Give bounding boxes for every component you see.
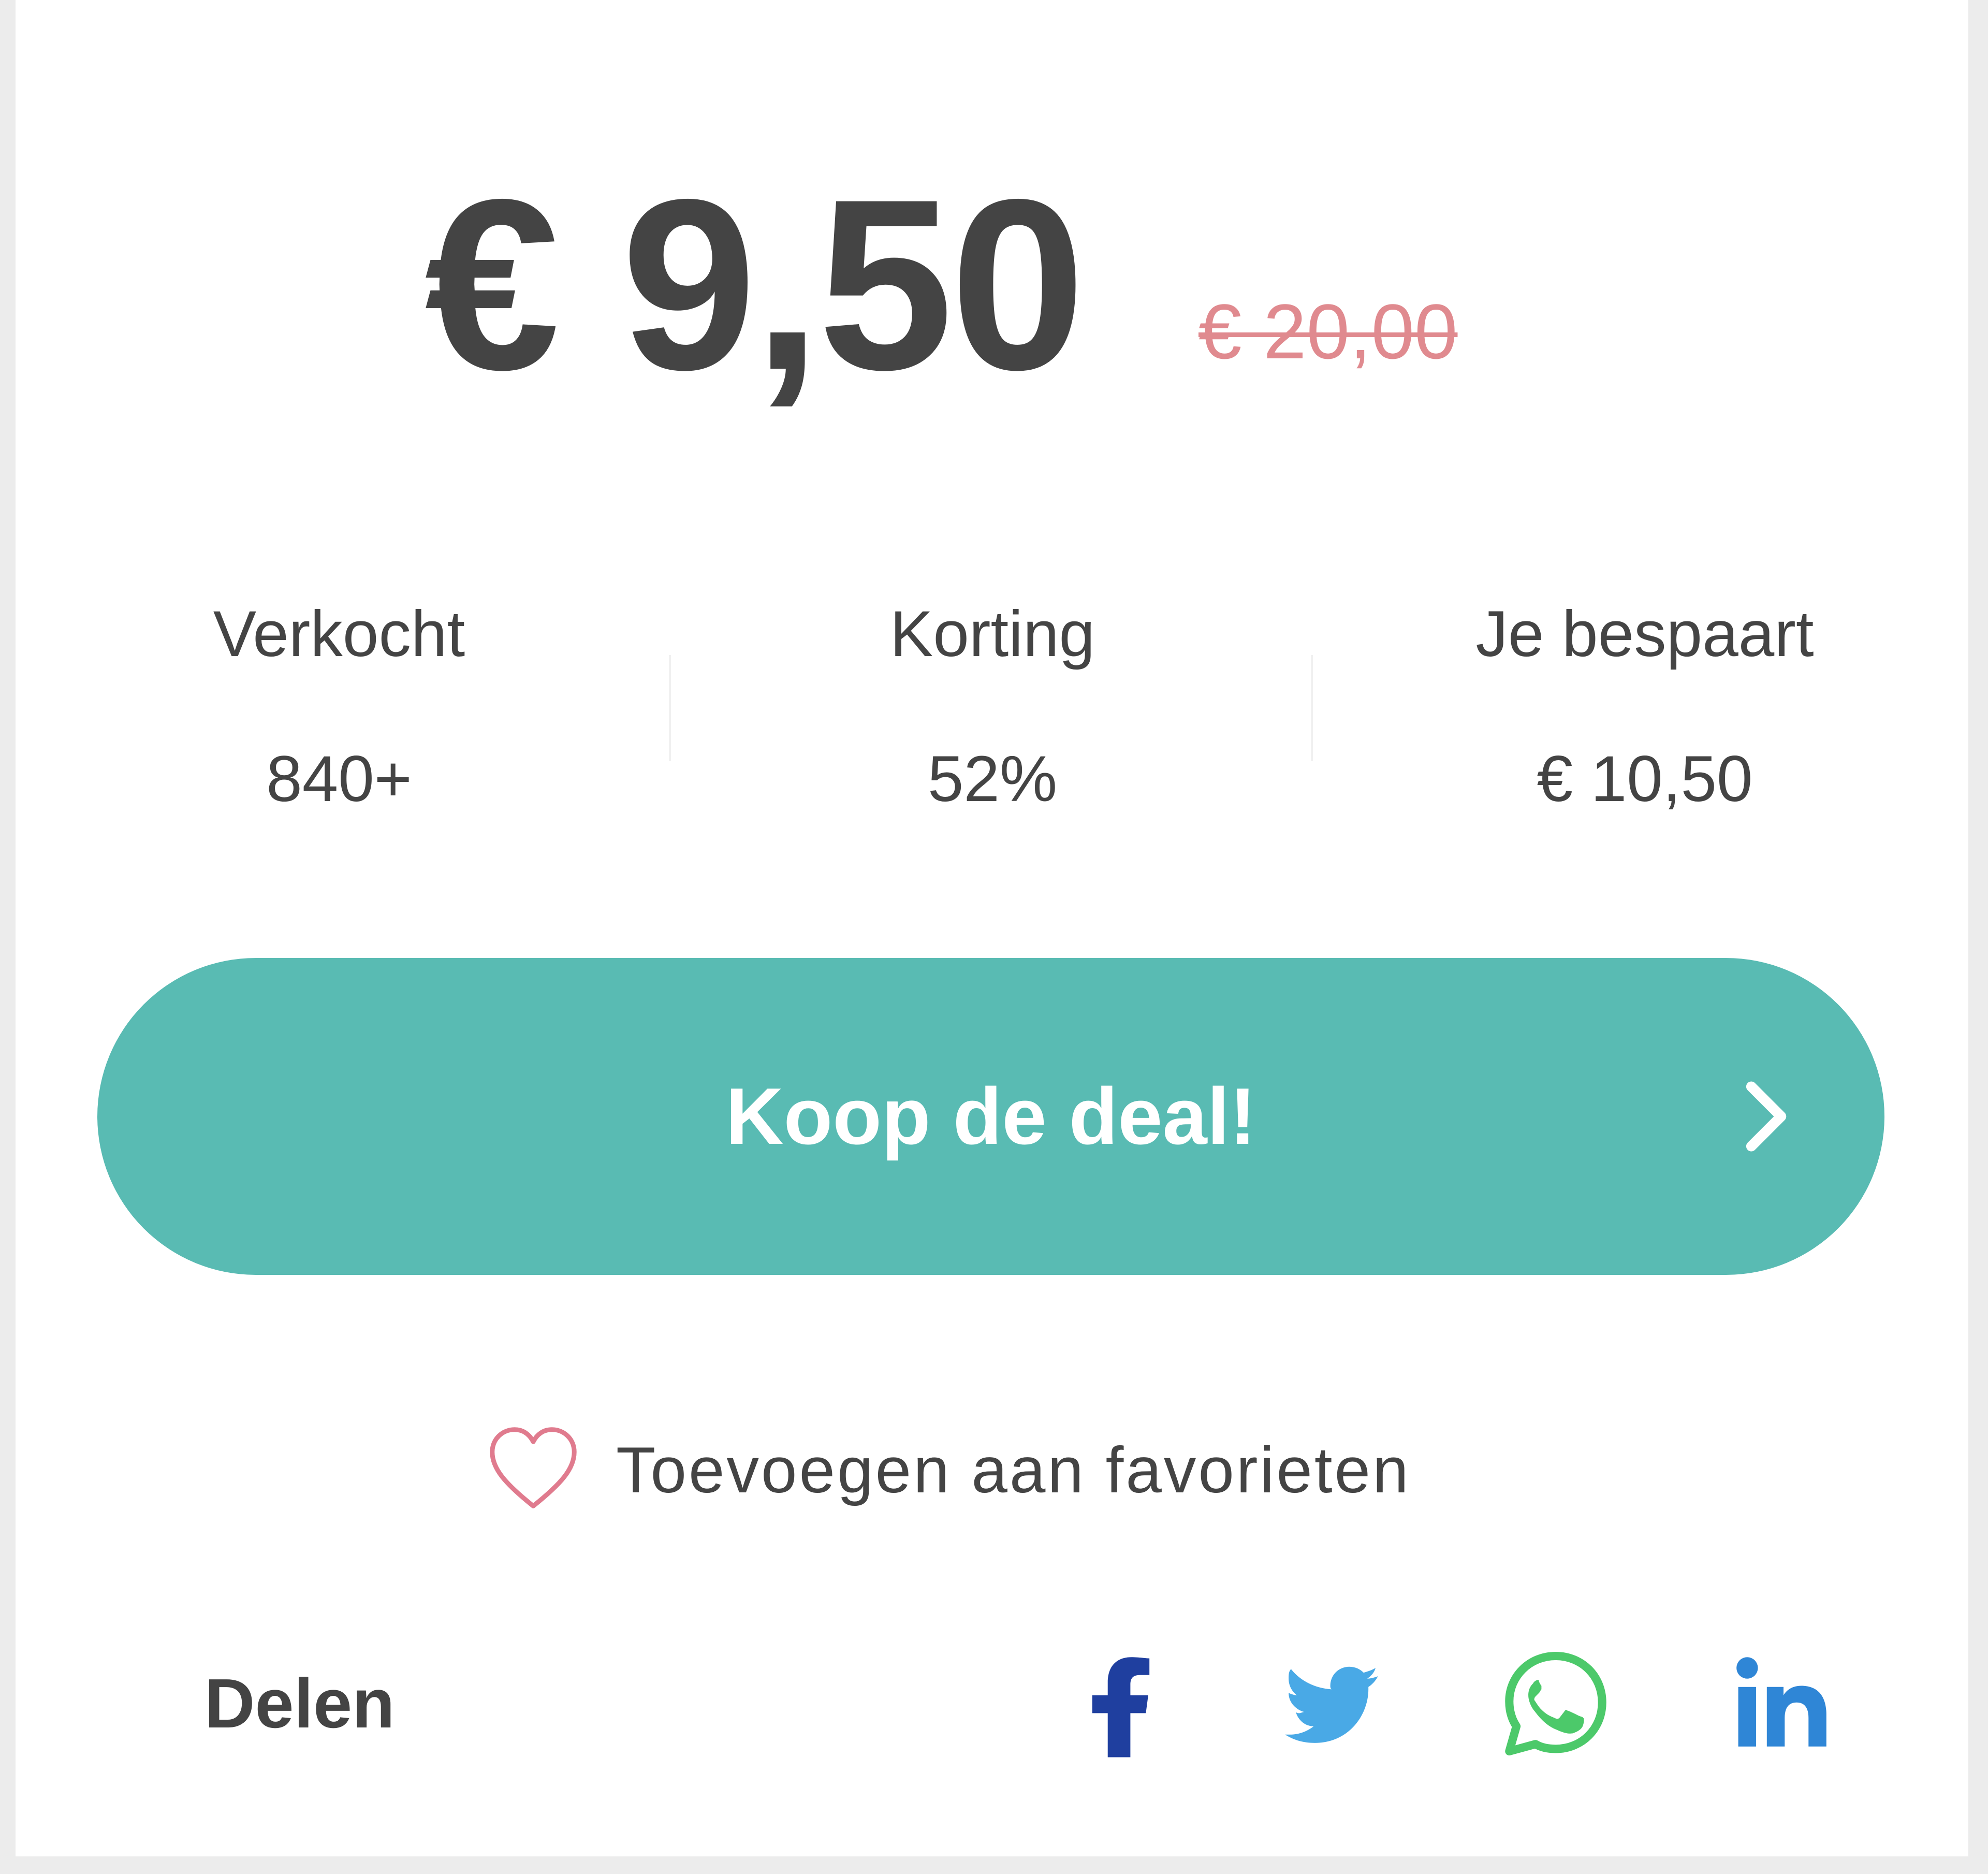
share-label: Delen (204, 1664, 395, 1742)
buy-deal-button[interactable]: Koop de deal! (97, 958, 1884, 1275)
stat-sold-label: Verkocht (213, 598, 465, 670)
deal-stats: Verkocht 840+ Korting 52% Je bespaart € … (16, 585, 1968, 844)
buy-deal-label: Koop de deal! (725, 1071, 1256, 1161)
stat-savings-value: € 10,50 (1537, 743, 1753, 815)
stat-sold-value: 840+ (266, 743, 412, 815)
chevron-right-icon (1746, 1081, 1787, 1152)
stat-divider (1311, 655, 1313, 761)
facebook-icon[interactable] (1061, 1644, 1180, 1763)
stat-discount: Korting 52% (669, 585, 1316, 844)
twitter-icon[interactable] (1268, 1644, 1387, 1763)
deal-card: € 9,50 € 20,00 Verkocht 840+ Korting 52%… (16, 0, 1968, 1856)
linkedin-icon[interactable] (1724, 1644, 1843, 1763)
whatsapp-icon[interactable] (1496, 1644, 1615, 1763)
stat-savings: Je bespaart € 10,50 (1321, 585, 1968, 844)
price-row: € 9,50 € 20,00 (16, 149, 1968, 420)
stat-discount-label: Korting (889, 598, 1095, 670)
heart-icon (490, 1427, 577, 1508)
stat-discount-value: 52% (927, 743, 1058, 815)
original-price: € 20,00 (1198, 288, 1458, 375)
stat-savings-label: Je bespaart (1475, 598, 1814, 670)
stat-sold: Verkocht 840+ (16, 585, 663, 844)
current-price: € 9,50 (425, 149, 1086, 420)
stat-divider (669, 655, 671, 761)
add-to-favorites-label: Toevoegen aan favorieten (616, 1434, 1411, 1506)
